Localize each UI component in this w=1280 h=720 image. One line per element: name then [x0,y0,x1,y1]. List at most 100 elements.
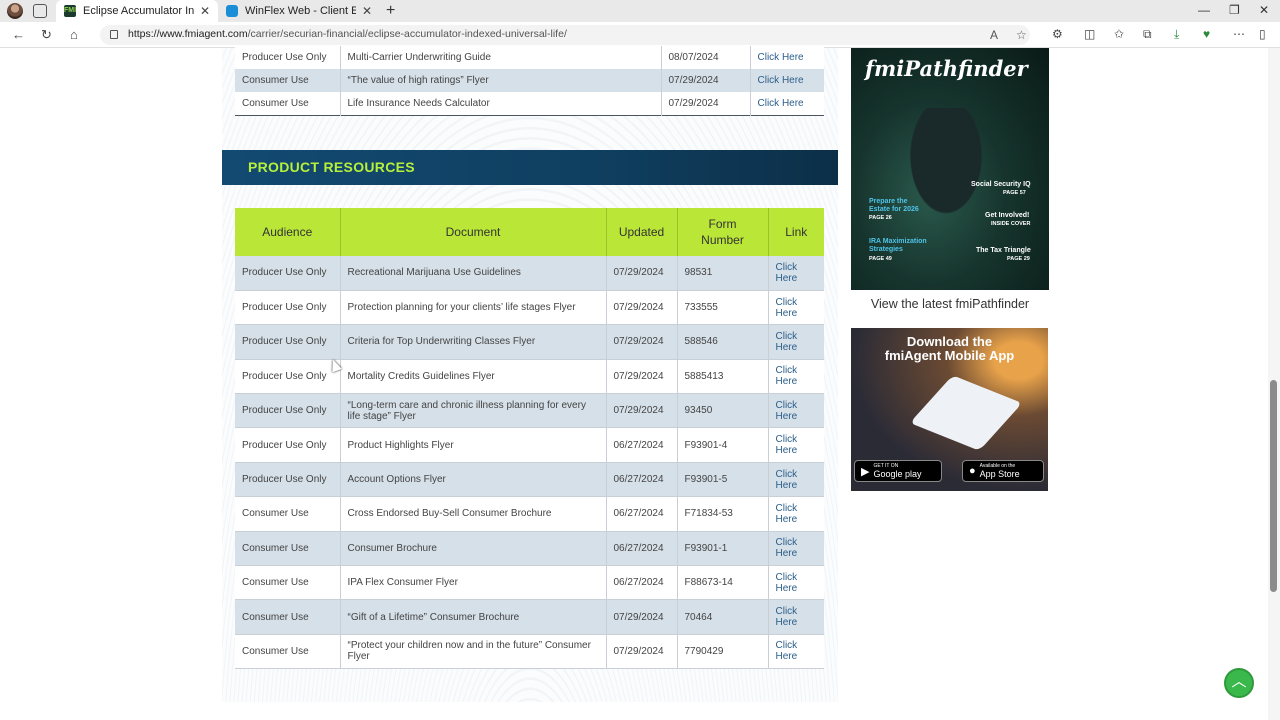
split-screen-icon[interactable]: ◫ [1084,27,1095,41]
back-icon[interactable]: ← [12,27,25,42]
scroll-to-top-button[interactable]: ︿ [1224,668,1254,698]
click-here-link[interactable]: Click Here [758,98,804,109]
sidebar-toggle-icon[interactable]: ▯ [1259,27,1266,41]
click-here-link[interactable]: Click Here [776,297,798,319]
click-here-link[interactable]: Click Here [776,537,798,559]
magazine-page: PAGE 29 [1007,256,1030,262]
app-ad-headline: Download the fmiAgent Mobile App [884,334,1015,363]
click-here-link[interactable]: Click Here [776,262,798,284]
column-header-document: Document [340,208,607,256]
favorites-icon[interactable]: ✩ [1114,27,1124,41]
table-row: Producer Use Only Protection planning for… [235,290,824,326]
cell-link: Click Here [768,359,824,395]
cell-document: Mortality Credits Guidelines Flyer [340,359,607,395]
cell-link: Click Here [768,393,824,429]
cell-updated: 07/29/2024 [606,393,678,429]
phone-image [909,375,1023,451]
restore-icon[interactable]: ❐ [1229,3,1240,17]
cell-audience: Producer Use Only [235,427,341,463]
cell-link: Click Here [750,46,824,69]
cell-document: Consumer Brochure [340,531,607,567]
section-heading: PRODUCT RESOURCES [248,159,415,175]
table-row: Consumer Use Consumer Brochure 06/27/2024 F… [235,531,824,567]
tab-eclipse-accumulator[interactable]: FMI Eclipse Accumulator Indexed Uni ✕ [56,0,218,22]
cell-updated: 06/27/2024 [606,496,678,532]
click-here-link[interactable]: Click Here [776,572,798,594]
cell-audience: Producer Use Only [235,46,341,69]
fmipathfinder-magazine-cover[interactable]: fmiPathfinder Social Security IQ PAGE 57… [851,48,1049,290]
cell-form: 70464 [677,599,769,635]
click-here-link[interactable]: Click Here [758,52,804,63]
app-store-badge[interactable]: ● Available on the App Store [962,460,1044,482]
click-here-link[interactable]: Click Here [776,365,798,387]
cell-form: F93901-5 [677,462,769,498]
lock-icon [110,30,118,39]
cell-form: F93901-4 [677,427,769,463]
url-bar[interactable]: https://www.fmiagent.com/carrier/securia… [100,25,1030,45]
magazine-caption-link[interactable]: View the latest fmiPathfinder [851,297,1049,311]
click-here-link[interactable]: Click Here [776,503,798,525]
close-tab-icon[interactable]: ✕ [362,4,372,18]
cell-document: Multi-Carrier Underwriting Guide [340,46,662,69]
table-row: Producer Use Only Recreational Marijuana … [235,256,824,291]
cell-audience: Producer Use Only [235,324,341,360]
cell-audience: Consumer Use [235,599,341,635]
scrollbar-thumb[interactable] [1270,380,1277,592]
table-row: Producer Use Only Multi-Carrier Underwrit… [235,46,824,69]
browser-essentials-icon[interactable]: ♥ [1203,27,1210,41]
cell-audience: Consumer Use [235,531,341,567]
click-here-link[interactable]: Click Here [776,640,798,662]
browser-tab-bar: FMI Eclipse Accumulator Indexed Uni ✕ Wi… [0,0,1280,22]
cell-audience: Producer Use Only [235,256,341,291]
cell-updated: 07/29/2024 [606,634,678,670]
minimize-icon[interactable]: — [1198,3,1210,17]
close-window-icon[interactable]: ✕ [1259,3,1269,17]
cell-link: Click Here [768,290,824,326]
cell-updated: 07/29/2024 [661,92,751,115]
magazine-page: PAGE 49 [869,256,892,262]
cell-link: Click Here [768,462,824,498]
cell-updated: 07/29/2024 [606,599,678,635]
cell-form: F88673-14 [677,565,769,601]
mobile-app-ad[interactable]: Download the fmiAgent Mobile App ▶ GET IT… [851,328,1048,491]
home-icon[interactable]: ⌂ [70,27,78,42]
cell-updated: 07/29/2024 [606,290,678,326]
click-here-link[interactable]: Click Here [776,434,798,456]
tab-winflex[interactable]: WinFlex Web - Client Editor ✕ [218,0,380,22]
downloads-icon[interactable]: ⤓ [1174,27,1179,42]
google-play-text: GET IT ON Google play [873,463,922,479]
cell-document: Criteria for Top Underwriting Classes Fl… [340,324,607,360]
google-play-badge[interactable]: ▶ GET IT ON Google play [854,460,942,482]
click-here-link[interactable]: Click Here [776,400,798,422]
cell-document: Product Highlights Flyer [340,427,607,463]
close-tab-icon[interactable]: ✕ [200,4,210,18]
more-menu-icon[interactable]: ⋯ [1233,27,1245,41]
profile-avatar[interactable] [7,3,23,19]
collections-icon[interactable]: ⧉ [1143,27,1152,42]
cell-link: Click Here [768,599,824,635]
click-here-link[interactable]: Click Here [758,75,804,86]
table-row: Consumer Use “Protect your children now a… [235,634,824,670]
cell-form: 98531 [677,256,769,291]
cell-updated: 06/27/2024 [606,565,678,601]
read-aloud-icon[interactable]: A [990,28,998,42]
click-here-link[interactable]: Click Here [776,469,798,491]
extensions-icon[interactable]: ⚙ [1052,27,1063,41]
cell-audience: Consumer Use [235,92,341,115]
magazine-headline: Get Involved! [985,212,1030,219]
cell-document: “Protect your children now and in the fu… [340,634,607,670]
cell-audience: Producer Use Only [235,462,341,498]
cell-link: Click Here [768,496,824,532]
refresh-icon[interactable]: ↻ [41,27,52,43]
click-here-link[interactable]: Click Here [776,606,798,628]
favorite-star-icon[interactable]: ☆ [1016,28,1027,42]
new-tab-icon[interactable]: + [386,2,395,20]
magazine-page: INSIDE COVER [991,221,1031,227]
click-here-link[interactable]: Click Here [776,331,798,353]
magazine-headline: Social Security IQ [971,181,1031,188]
tab-actions-icon[interactable] [33,4,47,18]
cell-document: IPA Flex Consumer Flyer [340,565,607,601]
table-row: Producer Use Only Product Highlights Flye… [235,427,824,463]
cell-form: 733555 [677,290,769,326]
cell-form: F71834-53 [677,496,769,532]
